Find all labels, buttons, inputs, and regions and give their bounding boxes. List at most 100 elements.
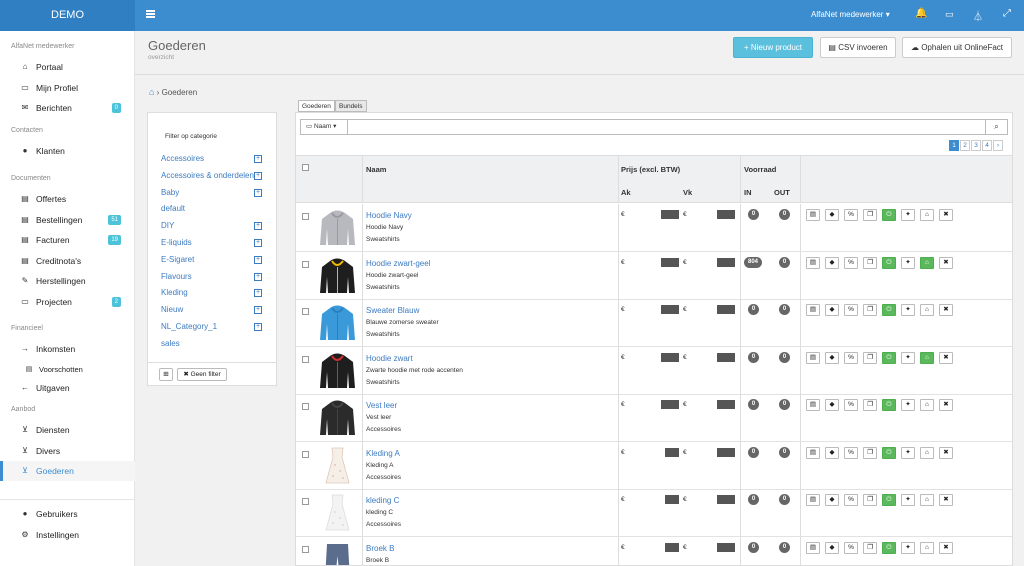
percent-action-button[interactable]: % — [844, 351, 858, 364]
filter-category-link[interactable]: Accessoires & onderdelen — [161, 171, 254, 180]
tag-action-button[interactable]: ◆ — [825, 399, 839, 411]
filter-category-link[interactable]: Flavours — [161, 272, 192, 281]
product-name-link[interactable]: Kleding A — [366, 449, 400, 458]
tag-action-button[interactable]: ◆ — [825, 446, 839, 459]
row-checkbox[interactable] — [302, 403, 309, 410]
tag-action-button[interactable]: ◆ — [825, 304, 839, 316]
close-action-button[interactable]: ✖ — [939, 209, 953, 221]
inbox-action-button[interactable]: ▤ — [806, 209, 820, 221]
power-action-button[interactable]: ⏻ — [882, 304, 896, 316]
inbox-action-button[interactable]: ▤ — [806, 494, 820, 506]
menu-toggle-icon[interactable] — [146, 10, 155, 18]
expand-plus-icon[interactable]: + — [254, 255, 262, 264]
power-action-button[interactable]: ⏻ — [882, 351, 896, 364]
inbox-action-button[interactable]: ▤ — [806, 399, 820, 411]
sidebar-item-facturen[interactable]: ▤ Facturen 19 — [0, 230, 135, 250]
percent-action-button[interactable]: % — [844, 446, 858, 459]
inbox-action-button[interactable]: ▤ — [806, 304, 820, 316]
home-action-button[interactable]: ⌂ — [920, 399, 934, 411]
sidebar-item-inkomsten[interactable]: → Inkomsten — [0, 339, 135, 359]
home-action-button[interactable]: ⌂ — [920, 304, 934, 316]
filter-category-link[interactable]: Nieuw — [161, 305, 183, 314]
home-action-button[interactable]: ⌂ — [920, 541, 934, 554]
pin-action-button[interactable]: ✦ — [901, 304, 915, 316]
tag-action-button[interactable]: ◆ — [825, 351, 839, 364]
close-action-button[interactable]: ✖ — [939, 399, 953, 411]
row-checkbox[interactable] — [302, 355, 309, 363]
sidebar-item-mijn-profiel[interactable]: ▭ Mijn Profiel — [0, 78, 135, 98]
home-action-button[interactable]: ⌂ — [920, 351, 934, 364]
search-input[interactable] — [349, 120, 985, 134]
sidebar-item-instellingen[interactable]: ⚙ Instellingen — [0, 525, 135, 545]
copy-action-button[interactable]: ❐ — [863, 541, 877, 554]
sidebar-item-herstellingen[interactable]: ✎ Herstellingen — [0, 271, 135, 291]
expand-plus-icon[interactable]: + — [254, 171, 262, 180]
product-name-link[interactable]: Sweater Blauw — [366, 306, 419, 315]
pin-action-button[interactable]: ✦ — [901, 256, 915, 269]
close-action-button[interactable]: ✖ — [939, 494, 953, 506]
new-product-button[interactable]: + Nieuw product — [733, 37, 813, 58]
power-action-button[interactable]: ⏻ — [882, 256, 896, 269]
filter-category-link[interactable]: sales — [161, 339, 180, 348]
tab-bundels[interactable]: Bundels — [335, 100, 367, 112]
copy-action-button[interactable]: ❐ — [863, 446, 877, 459]
percent-action-button[interactable]: % — [844, 304, 858, 316]
power-action-button[interactable]: ⏻ — [882, 494, 896, 506]
onlinefact-import-button[interactable]: ☁ Ophalen uit OnlineFact — [902, 37, 1012, 58]
product-name-link[interactable]: Hoodie Navy — [366, 211, 412, 220]
product-name-link[interactable]: kleding C — [366, 496, 399, 505]
sidebar-item-diensten[interactable]: ⊻ Diensten — [0, 420, 135, 440]
sidebar-item-bestellingen[interactable]: ▤ Bestellingen 51 — [0, 210, 135, 230]
tag-action-button[interactable]: ◆ — [825, 209, 839, 221]
sidebar-item-portaal[interactable]: ⌂ Portaal — [0, 57, 135, 77]
home-action-button[interactable]: ⌂ — [920, 256, 934, 269]
percent-action-button[interactable]: % — [844, 541, 858, 554]
power-action-button[interactable]: ⏻ — [882, 541, 896, 554]
expand-plus-icon[interactable]: + — [254, 222, 262, 231]
clear-filter-button[interactable]: ✖ Geen filter — [177, 368, 227, 381]
column-vk[interactable]: Vk — [683, 188, 692, 197]
sidebar-item-divers[interactable]: ⊻ Divers — [0, 441, 135, 461]
home-action-button[interactable]: ⌂ — [920, 446, 934, 459]
row-checkbox[interactable] — [302, 450, 309, 458]
expand-plus-icon[interactable]: + — [254, 289, 262, 298]
product-name-link[interactable]: Broek B — [366, 544, 394, 553]
filter-category-link[interactable]: default — [161, 204, 185, 213]
home-icon[interactable]: ⌂ — [149, 87, 154, 97]
power-action-button[interactable]: ⏻ — [882, 446, 896, 459]
product-name-link[interactable]: Vest leer — [366, 401, 397, 410]
power-action-button[interactable]: ⏻ — [882, 399, 896, 411]
tag-action-button[interactable]: ◆ — [825, 541, 839, 554]
pin-action-button[interactable]: ✦ — [901, 399, 915, 411]
sidebar-item-creditnota-s[interactable]: ▤ Creditnota's — [0, 251, 135, 271]
tag-action-button[interactable]: ◆ — [825, 494, 839, 506]
filter-category-link[interactable]: Kleding — [161, 288, 188, 297]
home-action-button[interactable]: ⌂ — [920, 209, 934, 221]
close-action-button[interactable]: ✖ — [939, 256, 953, 269]
percent-action-button[interactable]: % — [844, 494, 858, 506]
sidebar-item-berichten[interactable]: ✉ Berichten 0 — [0, 98, 135, 118]
column-in[interactable]: IN — [744, 188, 752, 197]
inbox-action-button[interactable]: ▤ — [806, 541, 820, 554]
product-name-link[interactable]: Hoodie zwart — [366, 354, 413, 363]
column-name[interactable]: Naam — [366, 165, 386, 174]
sidebar-item-klanten[interactable]: ● Klanten — [0, 141, 135, 161]
close-action-button[interactable]: ✖ — [939, 446, 953, 459]
column-out[interactable]: OUT — [774, 188, 790, 197]
home-action-button[interactable]: ⌂ — [920, 494, 934, 506]
pagination-page[interactable]: 2 — [960, 140, 970, 151]
filter-category-link[interactable]: DIY — [161, 221, 174, 230]
filter-category-link[interactable]: E-Sigaret — [161, 255, 194, 264]
expand-icon[interactable]: ⤢ — [1003, 8, 1011, 19]
row-checkbox[interactable] — [302, 260, 309, 268]
bell-icon[interactable]: 🔔 — [915, 8, 927, 19]
display-icon[interactable]: ▭ — [945, 9, 954, 20]
pin-action-button[interactable]: ✦ — [901, 209, 915, 221]
brand-logo[interactable]: DEMO — [0, 0, 135, 31]
user-menu[interactable]: AlfaNet medewerker ▾ — [811, 10, 890, 19]
expand-plus-icon[interactable]: + — [254, 272, 262, 281]
copy-action-button[interactable]: ❐ — [863, 304, 877, 316]
expand-plus-icon[interactable]: + — [254, 239, 262, 247]
copy-action-button[interactable]: ❐ — [863, 256, 877, 269]
row-checkbox[interactable] — [302, 545, 309, 553]
